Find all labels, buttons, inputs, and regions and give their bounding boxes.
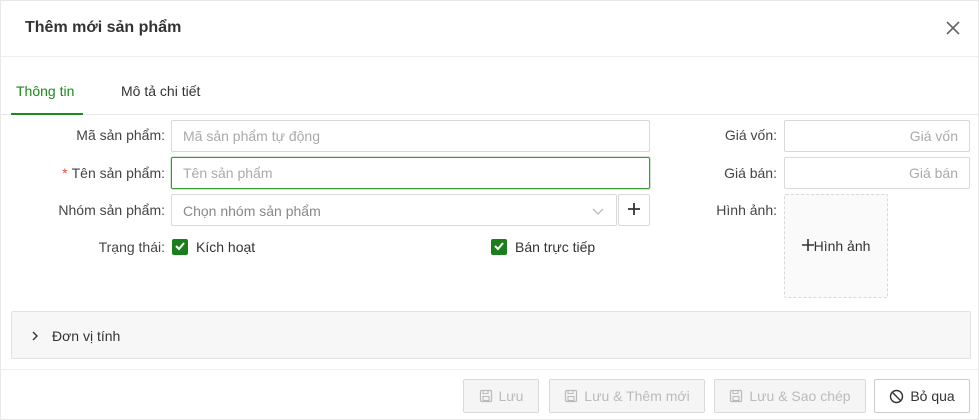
group-label-colon: : — [161, 202, 165, 218]
dialog-header: Thêm mới sản phẩm — [1, 1, 979, 57]
name-label-text: Tên sản phẩm — [71, 165, 162, 181]
image-label-colon: : — [773, 202, 777, 218]
group-label-text: Nhóm sản phẩm — [58, 202, 162, 218]
save-button-label: Lưu — [498, 388, 524, 404]
save-icon — [564, 389, 578, 403]
cancel-icon — [889, 389, 904, 404]
product-group-select[interactable]: Chọn nhóm sản phẩm — [171, 194, 617, 226]
active-checkbox[interactable] — [172, 239, 188, 255]
tab-info[interactable]: Thông tin — [16, 83, 74, 99]
save-icon — [479, 389, 493, 403]
product-code-input[interactable] — [171, 120, 650, 152]
save-and-copy-button[interactable]: Lưu & Sao chép — [714, 379, 866, 413]
direct-sale-checkbox-label[interactable]: Bán trực tiếp — [515, 239, 595, 255]
product-name-input[interactable] — [171, 157, 650, 189]
chevron-right-icon — [30, 329, 40, 341]
active-tab-indicator — [11, 113, 83, 115]
cost-price-input[interactable] — [784, 120, 970, 152]
units-section-label: Đơn vị tính — [52, 328, 121, 344]
tab-bar: Thông tin Mô tả chi tiết — [1, 71, 979, 115]
price-label: Giá bán: — [681, 165, 777, 181]
status-label-text: Trạng thái — [98, 239, 162, 255]
code-label-colon: : — [161, 127, 165, 143]
direct-sale-checkbox[interactable] — [491, 239, 507, 255]
plus-icon — [627, 202, 641, 219]
cost-label-colon: : — [773, 127, 777, 143]
sale-price-input[interactable] — [784, 157, 970, 189]
active-checkbox-label[interactable]: Kích hoạt — [196, 239, 255, 255]
status-label-colon: : — [161, 239, 165, 255]
group-label: Nhóm sản phẩm: — [41, 202, 165, 218]
close-icon[interactable] — [944, 19, 962, 37]
name-label: * Tên sản phẩm: — [41, 165, 165, 181]
required-mark: * — [62, 165, 68, 181]
dialog-title: Thêm mới sản phẩm — [25, 19, 182, 36]
image-upload[interactable]: Hình ảnh — [784, 194, 888, 298]
cancel-button-label: Bỏ qua — [910, 388, 955, 404]
chevron-down-icon — [592, 204, 604, 216]
image-label-text: Hình ảnh — [716, 202, 774, 218]
code-label-text: Mã sản phẩm — [76, 127, 162, 143]
check-icon — [174, 239, 186, 255]
units-section-header[interactable]: Đơn vị tính — [11, 311, 971, 359]
plus-icon — [801, 238, 814, 254]
code-label: Mã sản phẩm: — [41, 127, 165, 143]
check-icon — [493, 239, 505, 255]
cost-label: Giá vốn: — [681, 127, 777, 143]
cancel-button[interactable]: Bỏ qua — [874, 379, 970, 413]
save-and-add-button[interactable]: Lưu & Thêm mới — [549, 379, 705, 413]
save-button[interactable]: Lưu — [463, 379, 539, 413]
price-label-text: Giá bán — [724, 165, 774, 181]
cost-label-text: Giá vốn — [724, 127, 774, 143]
save-icon — [729, 389, 743, 403]
group-select-placeholder: Chọn nhóm sản phẩm — [183, 203, 321, 219]
image-label: Hình ảnh: — [681, 202, 777, 218]
image-upload-label: Hình ảnh — [813, 238, 871, 254]
status-label: Trạng thái: — [41, 239, 165, 255]
add-group-button[interactable] — [618, 194, 650, 226]
save-and-add-label: Lưu & Thêm mới — [584, 388, 690, 404]
tab-description[interactable]: Mô tả chi tiết — [121, 83, 200, 99]
price-label-colon: : — [773, 165, 777, 181]
name-label-colon: : — [161, 165, 165, 181]
save-and-copy-label: Lưu & Sao chép — [749, 388, 851, 404]
add-product-dialog: Thêm mới sản phẩm Thông tin Mô tả chi ti… — [0, 0, 979, 420]
